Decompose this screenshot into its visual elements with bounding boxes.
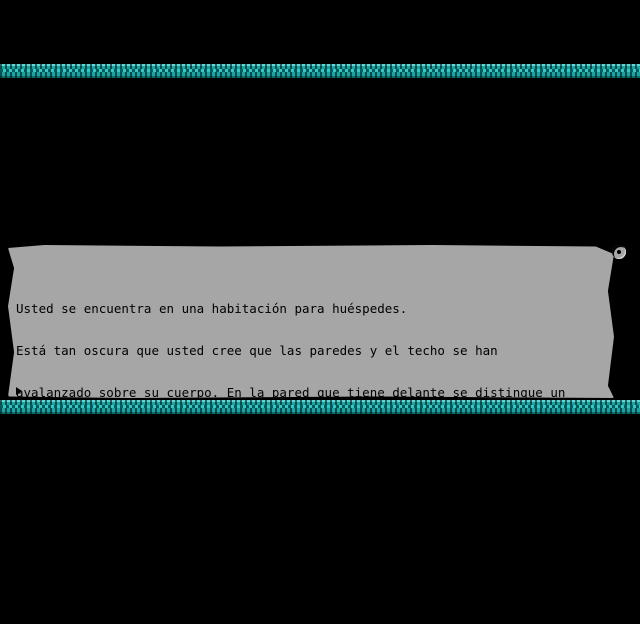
scroll-curl-icon bbox=[612, 245, 626, 259]
visible-items-heading: Usted ve: bbox=[16, 469, 84, 484]
narrative-line: avalanzado sobre su cuerpo. En la pared … bbox=[16, 385, 566, 400]
scene-view bbox=[0, 78, 640, 244]
narrative-line: Usted se encuentra en una habitación par… bbox=[16, 301, 408, 316]
bottom-decorative-border bbox=[0, 400, 640, 414]
narrative-line: Está tan oscura que usted cree que las p… bbox=[16, 343, 498, 358]
action-prompt: ¿Qué desea hacer? bbox=[16, 595, 144, 610]
visible-item: Puerta bbox=[16, 511, 62, 526]
top-decorative-border bbox=[0, 64, 640, 78]
narrative-text: Usted se encuentra en una habitación par… bbox=[16, 274, 608, 624]
prompt-arrow-icon[interactable] bbox=[16, 387, 22, 395]
narrative-line: plateado hilo de luz. Es el filo de una … bbox=[16, 427, 370, 442]
